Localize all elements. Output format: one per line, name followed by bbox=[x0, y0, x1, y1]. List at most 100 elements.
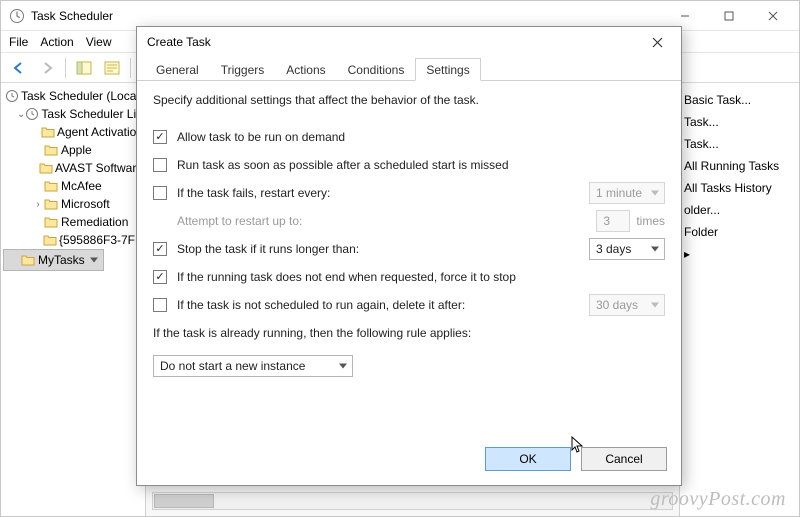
action-item[interactable]: older... bbox=[684, 199, 795, 221]
row-allow-demand: Allow task to be run on demand bbox=[153, 123, 665, 151]
properties-button[interactable] bbox=[100, 56, 124, 80]
folder-icon bbox=[20, 253, 36, 267]
action-label: older... bbox=[684, 203, 720, 217]
action-label: Task... bbox=[684, 115, 719, 129]
action-item[interactable]: All Running Tasks bbox=[684, 155, 795, 177]
folder-icon bbox=[43, 143, 59, 157]
row-delete-after: If the task is not scheduled to run agai… bbox=[153, 291, 665, 319]
close-button[interactable] bbox=[751, 2, 795, 30]
select-stop-duration[interactable]: 3 days bbox=[589, 238, 665, 260]
scrollbar-thumb[interactable] bbox=[154, 494, 214, 508]
tab-settings[interactable]: Settings bbox=[415, 58, 480, 81]
tree-item[interactable]: {595886F3-7FE bbox=[3, 231, 143, 249]
action-label: Basic Task... bbox=[684, 93, 751, 107]
toolbar-separator bbox=[65, 58, 66, 78]
dialog-title: Create Task bbox=[147, 35, 637, 49]
collapse-icon[interactable]: ⌄ bbox=[17, 109, 25, 120]
intro-text: Specify additional settings that affect … bbox=[153, 93, 665, 107]
horizontal-scrollbar[interactable] bbox=[152, 492, 673, 510]
row-stop-longer: Stop the task if it runs longer than: 3 … bbox=[153, 235, 665, 263]
tree-item-selected[interactable]: MyTasks bbox=[3, 249, 104, 271]
row-attempt: Attempt to restart up to: 3 times bbox=[153, 207, 665, 235]
tree-library[interactable]: ⌄ Task Scheduler Library bbox=[3, 105, 143, 123]
select-rule[interactable]: Do not start a new instance bbox=[153, 355, 353, 377]
tab-actions[interactable]: Actions bbox=[275, 58, 336, 81]
tree-label: AVAST Software bbox=[55, 161, 143, 175]
menu-file[interactable]: File bbox=[9, 35, 28, 49]
tree-item[interactable]: AVAST Software bbox=[3, 159, 143, 177]
tree-root[interactable]: Task Scheduler (Local) bbox=[3, 87, 143, 105]
tree-label: MyTasks bbox=[38, 253, 85, 267]
folder-icon bbox=[41, 125, 55, 139]
actions-pane: Basic Task... Task... Task... All Runnin… bbox=[679, 83, 799, 516]
create-task-dialog: Create Task General Triggers Actions Con… bbox=[136, 26, 682, 486]
action-label: Task... bbox=[684, 137, 719, 151]
row-rule-label: If the task is already running, then the… bbox=[153, 319, 665, 347]
label-restart: If the task fails, restart every: bbox=[177, 186, 589, 200]
label-attempt-unit: times bbox=[636, 214, 665, 228]
checkbox-allow-demand[interactable] bbox=[153, 130, 167, 144]
label-stop-longer: Stop the task if it runs longer than: bbox=[177, 242, 589, 256]
tree-item[interactable]: McAfee bbox=[3, 177, 143, 195]
show-hide-tree-button[interactable] bbox=[72, 56, 96, 80]
tree-label: Agent Activation bbox=[57, 125, 143, 139]
dialog-body: Specify additional settings that affect … bbox=[137, 81, 681, 437]
tree-label: {595886F3-7FE bbox=[59, 233, 143, 247]
folder-icon bbox=[42, 233, 57, 247]
tab-triggers[interactable]: Triggers bbox=[210, 58, 276, 81]
checkbox-delete-after[interactable] bbox=[153, 298, 167, 312]
tab-general[interactable]: General bbox=[145, 58, 210, 81]
checkbox-force-stop[interactable] bbox=[153, 270, 167, 284]
checkbox-run-asap[interactable] bbox=[153, 158, 167, 172]
forward-button[interactable] bbox=[35, 56, 59, 80]
menu-action[interactable]: Action bbox=[40, 35, 73, 49]
tree-label: Remediation bbox=[61, 215, 128, 229]
toolbar-separator bbox=[130, 58, 131, 78]
ok-button[interactable]: OK bbox=[485, 447, 571, 471]
tree-label: Task Scheduler (Local) bbox=[21, 89, 143, 103]
dialog-close-button[interactable] bbox=[637, 29, 677, 55]
action-label: All Tasks History bbox=[684, 181, 772, 195]
action-item[interactable]: Task... bbox=[684, 133, 795, 155]
action-label: All Running Tasks bbox=[684, 159, 779, 173]
label-force-stop: If the running task does not end when re… bbox=[177, 270, 665, 284]
label-rule: If the task is already running, then the… bbox=[153, 326, 665, 340]
label-attempt: Attempt to restart up to: bbox=[177, 214, 302, 228]
checkbox-restart[interactable] bbox=[153, 186, 167, 200]
cancel-button[interactable]: Cancel bbox=[581, 447, 667, 471]
app-icon bbox=[9, 8, 25, 24]
tree-label: Apple bbox=[61, 143, 92, 157]
label-run-asap: Run task as soon as possible after a sch… bbox=[177, 158, 665, 172]
select-restart-interval: 1 minute bbox=[589, 182, 665, 204]
action-more[interactable]: ▸ bbox=[684, 243, 795, 265]
action-item[interactable]: Basic Task... bbox=[684, 89, 795, 111]
row-run-asap: Run task as soon as possible after a sch… bbox=[153, 151, 665, 179]
expand-icon[interactable]: › bbox=[33, 199, 43, 210]
navigation-tree[interactable]: Task Scheduler (Local) ⌄ Task Scheduler … bbox=[1, 83, 146, 516]
action-item[interactable]: Folder bbox=[684, 221, 795, 243]
row-force-stop: If the running task does not end when re… bbox=[153, 263, 665, 291]
tree-label: Task Scheduler Library bbox=[41, 107, 146, 121]
tab-conditions[interactable]: Conditions bbox=[337, 58, 416, 81]
clock-icon bbox=[5, 89, 19, 103]
tree-item[interactable]: Apple bbox=[3, 141, 143, 159]
tree-label: McAfee bbox=[61, 179, 102, 193]
row-restart: If the task fails, restart every: 1 minu… bbox=[153, 179, 665, 207]
back-button[interactable] bbox=[7, 56, 31, 80]
tree-item[interactable]: Remediation bbox=[3, 213, 143, 231]
watermark: groovyPost.com bbox=[650, 488, 786, 511]
tree-item[interactable]: › Microsoft bbox=[3, 195, 143, 213]
dialog-titlebar: Create Task bbox=[137, 27, 681, 57]
tree-item[interactable]: Agent Activation bbox=[3, 123, 143, 141]
action-item[interactable]: All Tasks History bbox=[684, 177, 795, 199]
folder-icon bbox=[43, 179, 59, 193]
label-delete-after: If the task is not scheduled to run agai… bbox=[177, 298, 589, 312]
menu-view[interactable]: View bbox=[86, 35, 112, 49]
maximize-button[interactable] bbox=[707, 2, 751, 30]
select-delete-duration: 30 days bbox=[589, 294, 665, 316]
action-item[interactable]: Task... bbox=[684, 111, 795, 133]
tree-label: Microsoft bbox=[61, 197, 110, 211]
dialog-tabs: General Triggers Actions Conditions Sett… bbox=[137, 57, 681, 81]
action-label: Folder bbox=[684, 225, 718, 239]
checkbox-stop-longer[interactable] bbox=[153, 242, 167, 256]
